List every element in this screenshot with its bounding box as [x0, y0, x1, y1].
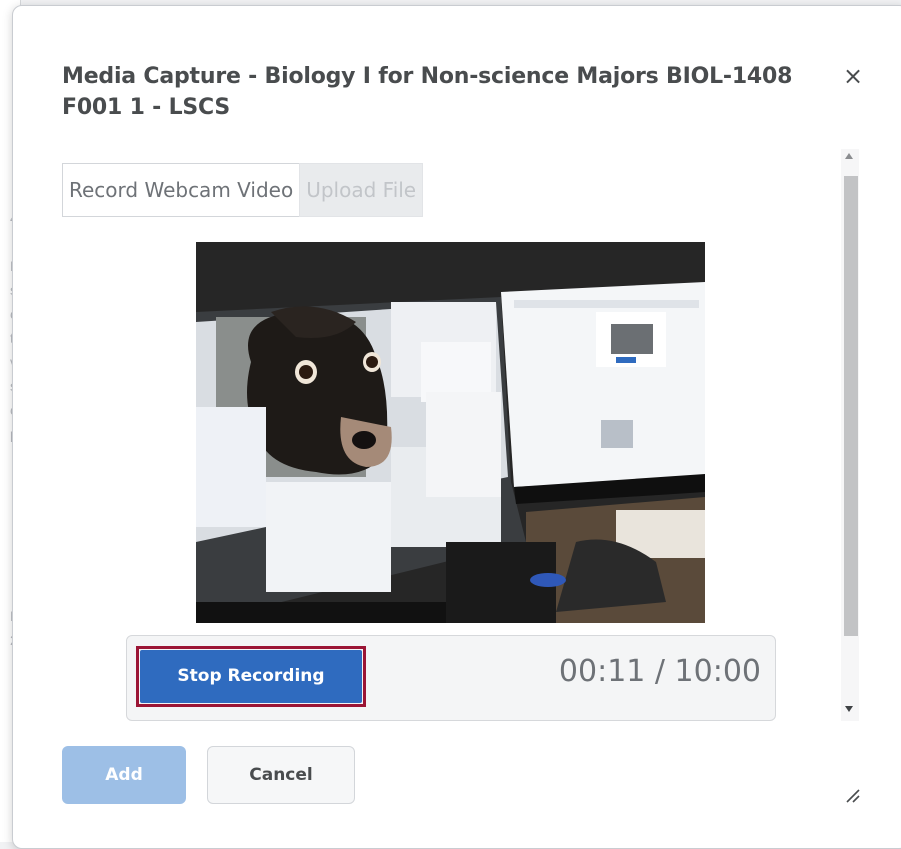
tab-record-webcam-video[interactable]: Record Webcam Video	[62, 163, 300, 217]
tab-upload-file: Upload File	[299, 163, 424, 217]
scrollbar-thumb[interactable]	[844, 176, 858, 636]
dialog-scrollbar[interactable]	[841, 149, 859, 721]
stop-recording-button[interactable]: Stop Recording	[140, 650, 362, 703]
arrow-up-icon[interactable]	[845, 153, 853, 159]
add-button: Add	[62, 746, 186, 804]
webcam-preview	[196, 242, 705, 623]
media-capture-dialog: Media Capture - Biology I for Non-scienc…	[12, 5, 901, 849]
recording-controls: Stop Recording 00:11 / 10:00	[126, 635, 776, 721]
close-icon[interactable]: ×	[841, 64, 865, 88]
capture-mode-tabs: Record Webcam Video Upload File	[62, 163, 424, 217]
arrow-down-icon[interactable]	[845, 706, 853, 712]
webcam-frame-image	[196, 242, 705, 623]
cancel-button[interactable]: Cancel	[207, 746, 355, 804]
recording-timer: 00:11 / 10:00	[558, 654, 761, 689]
dialog-title: Media Capture - Biology I for Non-scienc…	[62, 64, 793, 120]
resize-grip-icon[interactable]	[844, 787, 860, 803]
